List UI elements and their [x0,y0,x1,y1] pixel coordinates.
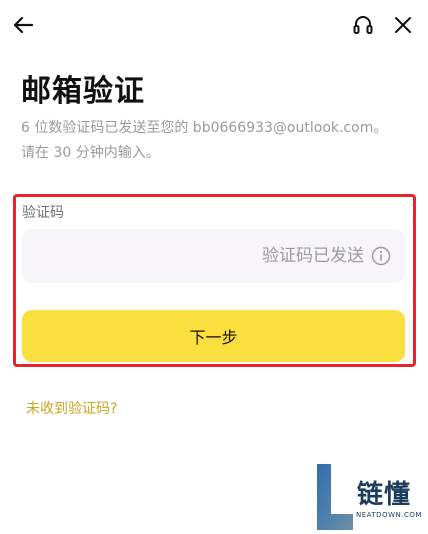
not-received-code-link[interactable]: 未收到验证码? [26,398,117,418]
subtitle-line-timeout: 请在 30 分钟内输入。 [21,145,160,161]
verification-code-label: 验证码 [22,205,64,221]
back-arrow-icon[interactable] [8,10,38,40]
subtitle: 6 位数验证码已发送至您的 bb0666933@outlook.com。 请在 … [21,116,413,166]
page-title: 邮箱验证 [21,74,145,109]
headset-icon[interactable] [349,11,377,39]
watermark-text: 链懂 [357,480,412,510]
code-sent-status: 验证码已发送 [262,246,364,266]
info-icon[interactable] [371,246,391,266]
close-icon[interactable] [389,11,417,39]
subtitle-line-email: 6 位数验证码已发送至您的 bb0666933@outlook.com。 [21,120,388,136]
next-step-button[interactable]: 下一步 [22,310,405,362]
watermark-subtext: NEATDOWN.COM [356,511,422,519]
